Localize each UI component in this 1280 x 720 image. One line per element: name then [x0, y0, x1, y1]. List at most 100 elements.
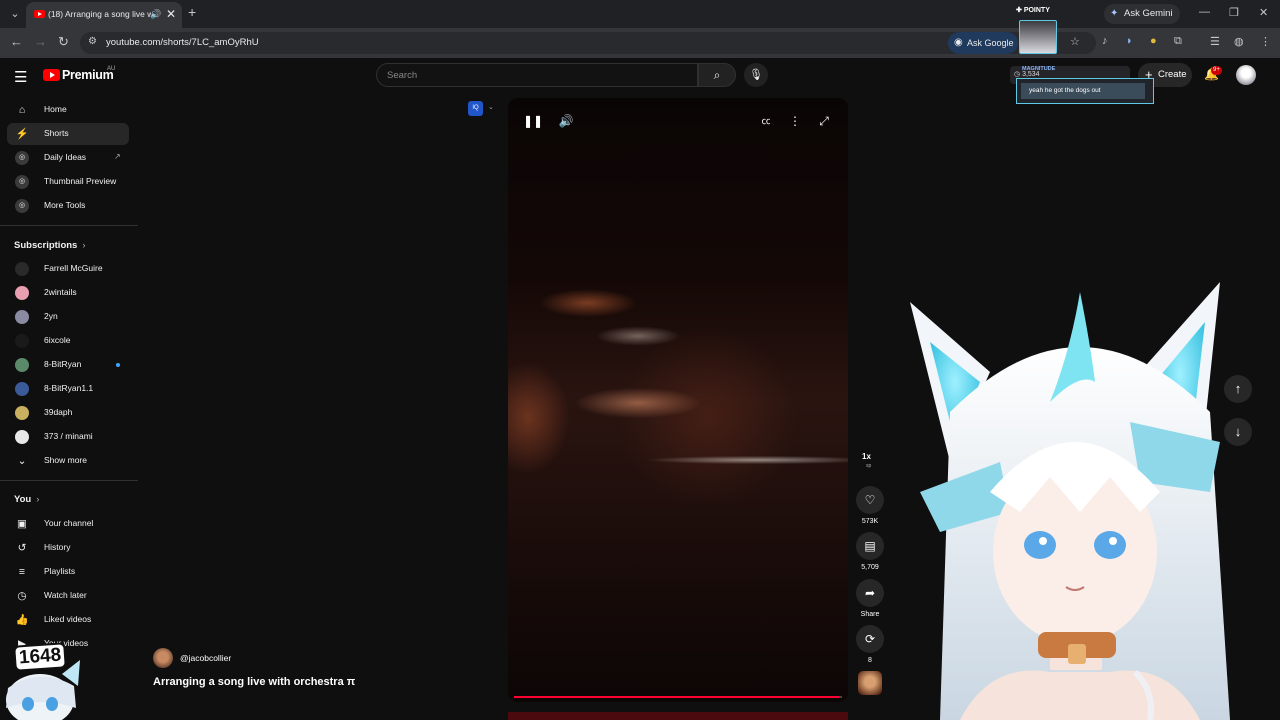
new-tab-button[interactable]: +	[188, 4, 196, 20]
extension-coin-icon[interactable]: ●	[1150, 35, 1157, 47]
reading-list-icon[interactable]: ☰	[1210, 35, 1220, 48]
tab-audio-icon[interactable]: 🔊	[150, 9, 161, 20]
video-frame[interactable]	[508, 98, 848, 702]
progress-fill	[514, 696, 839, 698]
chat-message: yeah he got the dogs out	[1021, 83, 1145, 99]
sidebar-item-label: 373 / minami	[44, 431, 93, 441]
profile-icon[interactable]: ◍	[1234, 35, 1244, 48]
pause-icon[interactable]: ❚❚	[522, 112, 544, 130]
youtube-favicon-icon	[34, 10, 45, 18]
site-info-icon[interactable]: ⚙	[88, 36, 97, 47]
guide-menu-icon[interactable]: ☰	[14, 68, 27, 86]
search-button[interactable]: ⌕	[698, 63, 736, 87]
playback-speed[interactable]: 1x	[862, 452, 871, 461]
tab-close-icon[interactable]: ✕	[166, 7, 176, 21]
bookmark-star-icon[interactable]: ☆	[1070, 35, 1080, 48]
sidebar-item-label: Liked videos	[44, 614, 92, 624]
subscriptions-heading[interactable]: Subscriptions ›	[14, 240, 86, 251]
media-control-icon[interactable]: ♪	[1102, 35, 1108, 47]
you-title: You	[14, 494, 32, 505]
next-short-preview[interactable]	[508, 712, 848, 720]
sidebar: ⌂ Home ⚡ Shorts ◎ Daily Ideas ↗ ◎ Thumbn…	[0, 94, 138, 720]
extension-wave-icon[interactable]: ◗	[1126, 35, 1133, 47]
sidebar-item-shorts[interactable]: ⚡ Shorts	[7, 123, 129, 145]
maximize-icon[interactable]: ❐	[1229, 6, 1239, 19]
new-content-dot	[116, 363, 120, 367]
channel-info[interactable]: @jacobcollier	[153, 648, 493, 668]
sound-thumbnail[interactable]	[858, 671, 882, 695]
sidebar-item-subscription[interactable]: 8-BitRyan1.1	[7, 378, 129, 400]
more-options-icon[interactable]: ⋮	[784, 112, 806, 130]
vtuber-avatar-overlay	[880, 262, 1280, 720]
stream-chat-overlay: yeah he got the dogs out	[1016, 78, 1154, 104]
reload-icon[interactable]: ↻	[58, 34, 69, 50]
extension-icon: ◎	[15, 199, 29, 213]
sidebar-item-home[interactable]: ⌂ Home	[7, 99, 129, 121]
extension-badge[interactable]: IQ	[468, 101, 483, 116]
extension-icon: ◎	[15, 151, 29, 165]
browser-tab[interactable]: (18) Arranging a song live w 🔊 ✕	[26, 2, 182, 28]
ask-google-button[interactable]: ◉ Ask Google	[948, 32, 1018, 54]
youtube-premium-logo[interactable]: Premium	[62, 68, 114, 82]
sidebar-item-subscription[interactable]: 2yn	[7, 306, 129, 328]
chevron-down-icon: ⌄	[17, 455, 27, 467]
sidebar-item-thumbnail-preview[interactable]: ◎ Thumbnail Preview	[7, 171, 129, 193]
shorts-icon: ⚡	[15, 128, 29, 140]
address-bar[interactable]: ⚙ youtube.com/shorts/7LC_amOyRhU	[80, 32, 1096, 54]
browser-menu-icon[interactable]: ⋮	[1260, 35, 1271, 48]
fullscreen-icon[interactable]: ⤢	[813, 112, 835, 130]
subscriptions-title: Subscriptions	[14, 240, 78, 251]
search-input[interactable]	[387, 68, 687, 83]
extension-label: POINTY	[1023, 7, 1050, 14]
voice-search-button[interactable]: 🎙	[744, 63, 768, 87]
sidebar-item-subscription[interactable]: 2wintails	[7, 282, 129, 304]
sidebar-item-your-channel[interactable]: ▣ Your channel	[7, 513, 129, 535]
minimize-icon[interactable]: —	[1199, 6, 1210, 18]
window-close-icon[interactable]: ✕	[1259, 6, 1268, 19]
sidebar-item-label: Watch later	[44, 590, 87, 600]
sidebar-item-playlists[interactable]: ≡ Playlists	[7, 561, 129, 583]
channel-avatar[interactable]	[153, 648, 173, 668]
sidebar-item-label: Thumbnail Preview	[44, 176, 117, 186]
account-avatar[interactable]	[1236, 65, 1256, 85]
notification-count-badge: 9+	[1211, 66, 1222, 75]
sidebar-item-watch-later[interactable]: ◷ Watch later	[7, 585, 129, 607]
sidebar-item-subscription[interactable]: 373 / minami	[7, 426, 129, 448]
volume-icon[interactable]: 🔊	[555, 112, 577, 130]
show-more-button[interactable]: ⌄ Show more	[7, 450, 129, 472]
extensions-puzzle-icon[interactable]: ⧉	[1174, 35, 1182, 48]
channel-avatar	[15, 430, 29, 444]
sidebar-item-subscription[interactable]: 8-BitRyan	[7, 354, 129, 376]
sidebar-item-liked-videos[interactable]: 👍 Liked videos	[7, 609, 129, 631]
sidebar-item-subscription[interactable]: Farrell McGuire	[7, 258, 129, 280]
captions-icon[interactable]: ㏄	[755, 112, 777, 130]
sidebar-item-daily-ideas[interactable]: ◎ Daily Ideas ↗	[7, 147, 129, 169]
sidebar-item-history[interactable]: ↺ History	[7, 537, 129, 559]
sidebar-item-subscription[interactable]: 39daph	[7, 402, 129, 424]
back-icon[interactable]: ←	[10, 34, 23, 49]
sidebar-item-label: 8-BitRyan1.1	[44, 383, 94, 393]
tab-search-button[interactable]: ⌄	[6, 5, 24, 23]
you-heading[interactable]: You ›	[14, 494, 39, 505]
sidebar-item-more-tools[interactable]: ◎ More Tools	[7, 195, 129, 217]
chevron-down-icon[interactable]: ⌄	[488, 103, 494, 111]
youtube-logo-icon[interactable]	[43, 69, 60, 81]
search-box[interactable]	[376, 63, 698, 87]
playlists-icon: ≡	[18, 566, 26, 578]
like-icon: 👍	[15, 614, 29, 626]
channel-handle[interactable]: @jacobcollier	[180, 653, 231, 663]
chevron-right-icon: ›	[36, 494, 40, 505]
progress-bar[interactable]	[514, 696, 842, 698]
shorts-video-player[interactable]: ❚❚ 🔊 ㏄ ⋮ ⤢	[508, 98, 848, 702]
url-text: youtube.com/shorts/7LC_amOyRhU	[106, 37, 259, 48]
channel-icon: ▣	[17, 518, 27, 530]
browser-tab-bar: ⌄ (18) Arranging a song live w 🔊 ✕ + ✦ A…	[0, 0, 1280, 28]
forward-icon[interactable]: →	[34, 34, 47, 49]
sidebar-item-label: Your channel	[44, 518, 94, 528]
vtuber-character-icon	[910, 282, 1230, 720]
sidebar-item-label: Daily Ideas	[44, 152, 87, 162]
ask-gemini-button[interactable]: ✦ Ask Gemini	[1104, 4, 1180, 24]
sidebar-item-subscription[interactable]: 6ixcole	[7, 330, 129, 352]
channel-avatar	[15, 334, 29, 348]
channel-avatar	[15, 406, 29, 420]
